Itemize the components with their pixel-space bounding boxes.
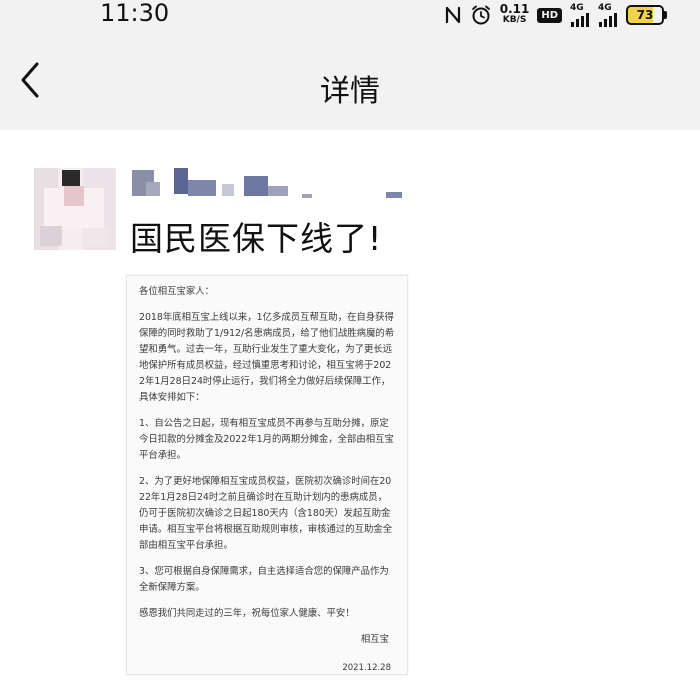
network-type-1: 4G	[570, 2, 584, 13]
post-text: 国民医保下线了!	[130, 219, 383, 258]
avatar[interactable]	[34, 168, 116, 250]
nfc-icon	[444, 5, 462, 25]
notice-paragraph: 3、您可根据自身保障需求，自主选择适合您的保障产品作为全新保障方案。	[139, 566, 389, 593]
network-speed: 0.11 KB/S	[499, 2, 530, 26]
post-detail: 国民医保下线了! 各位相互宝家人： 2018年底相互宝上线以来，1亿多成员互帮互…	[0, 130, 700, 680]
signal-icon-2: 4G	[598, 2, 618, 27]
page-title: 详情	[320, 74, 380, 109]
notice-paragraph: 2018年底相互宝上线以来，1亿多成员互帮互助，在自身获得保障的同时救助了1/9…	[139, 312, 395, 403]
network-type-2: 4G	[598, 2, 612, 13]
notice-paragraph: 2、为了更好地保障相互宝成员权益，医院初次确诊时间在2022年1月28日24时之…	[139, 476, 393, 551]
alarm-icon	[470, 4, 492, 26]
notice-paragraph: 感恩我们共同走过的三年，祝每位家人健康、平安！	[139, 608, 355, 619]
status-icons: 0.11 KB/S HD 4G 4G 73	[444, 2, 667, 27]
nav-bar: 详情	[0, 30, 700, 130]
notice-date: 2021.12.28	[342, 663, 391, 673]
network-speed-unit: KB/S	[502, 15, 527, 25]
notice-image[interactable]: 各位相互宝家人： 2018年底相互宝上线以来，1亿多成员互帮互助，在自身获得保障…	[126, 275, 408, 675]
status-bar: 11:30 0.11 KB/S HD 4G 4G 73	[0, 0, 700, 30]
username-pixelated[interactable]	[130, 168, 410, 198]
signal-icon-1: 4G	[570, 2, 590, 27]
network-speed-value: 0.11	[499, 2, 530, 16]
notice-greeting: 各位相互宝家人：	[139, 286, 215, 297]
hd-badge: HD	[537, 7, 562, 23]
battery-indicator: 73	[626, 5, 667, 25]
notice-signature: 相互宝	[360, 634, 389, 645]
status-time: 11:30	[100, 0, 170, 27]
battery-level: 73	[636, 8, 654, 22]
notice-paragraph: 1、自公告之日起，现有相互宝成员不再参与互助分摊，原定今日扣款的分摊金及2022…	[139, 418, 394, 461]
